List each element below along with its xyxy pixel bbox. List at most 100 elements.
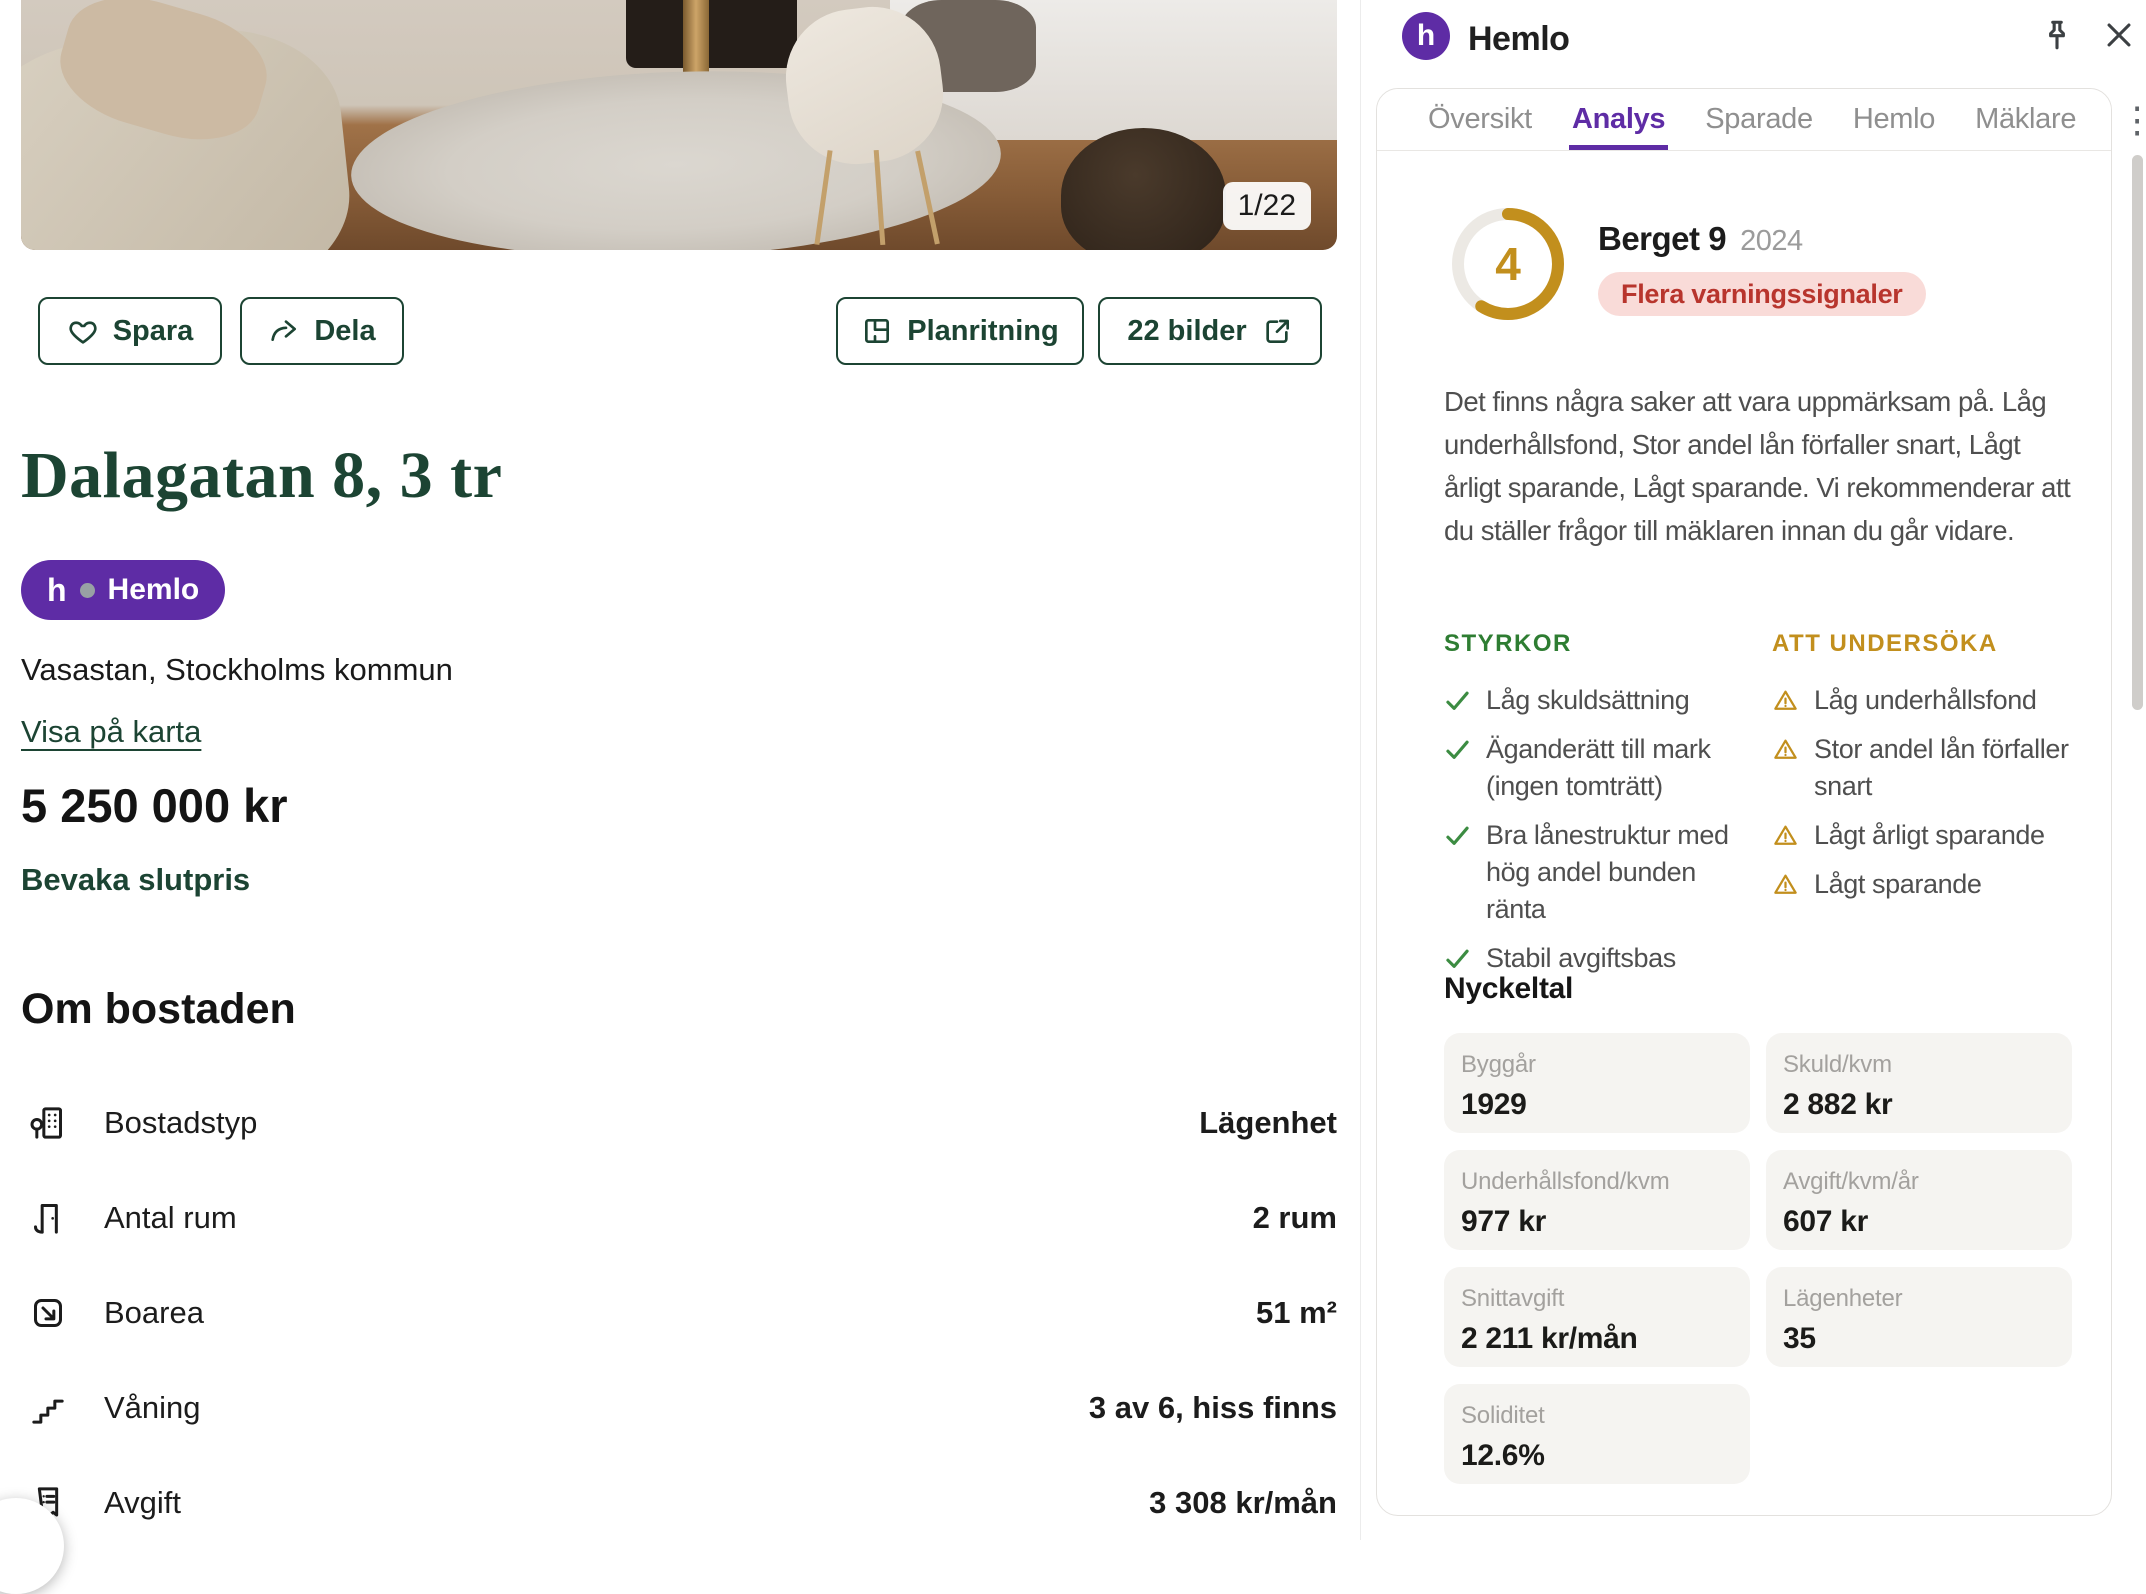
pin-button[interactable]: [2034, 12, 2080, 58]
strength-item: Bra lånestruktur med hög andel bunden rä…: [1444, 817, 1760, 928]
share-button[interactable]: Dela: [240, 297, 404, 365]
stairs-icon: [28, 1388, 68, 1428]
check-icon: [1444, 822, 1471, 849]
key-figures-grid: Byggår 1929 Skuld/kvm 2 882 kr Underhåll…: [1444, 1033, 2072, 1484]
photo-decor-fireplace: [626, 0, 797, 68]
about-row-value: 3 av 6, hiss finns: [1089, 1390, 1337, 1426]
about-row-vaning: Våning 3 av 6, hiss finns: [28, 1383, 1337, 1433]
location-text: Vasastan, Stockholms kommun: [21, 652, 453, 688]
page-title: Dalagatan 8, 3 tr: [21, 438, 502, 514]
save-button-label: Spara: [113, 315, 194, 348]
tab-maklare[interactable]: Mäklare: [1972, 89, 2079, 150]
warning-icon: [1772, 736, 1799, 763]
panel-scrollbar[interactable]: [2132, 155, 2143, 710]
strength-item-label: Äganderätt till mark (ingen tomträtt): [1486, 731, 1760, 805]
warning-badge: Flera varningssignaler: [1598, 272, 1926, 316]
tab-hemlo[interactable]: Hemlo: [1850, 89, 1938, 150]
hemlo-listing-badge[interactable]: h Hemlo: [21, 560, 225, 620]
score-gauge: 4: [1450, 206, 1566, 322]
investigate-item: Låg underhållsfond: [1772, 682, 2108, 719]
investigate-item-label: Lågt sparande: [1814, 866, 1981, 903]
score-value: 4: [1450, 206, 1566, 322]
floorplan-button[interactable]: Planritning: [836, 297, 1084, 365]
about-row-label: Våning: [104, 1390, 201, 1426]
save-button[interactable]: Spara: [38, 297, 222, 365]
about-row-avgift: Avgift 3 308 kr/mån: [28, 1478, 1337, 1528]
investigate-item: Lågt årligt sparande: [1772, 817, 2108, 854]
strengths-column: STYRKOR Låg skuldsättning Äganderätt til…: [1444, 630, 1760, 977]
key-figure-card: Skuld/kvm 2 882 kr: [1766, 1033, 2072, 1133]
key-figure-value: 977 kr: [1461, 1205, 1733, 1239]
tab-analys[interactable]: Analys: [1569, 89, 1668, 150]
about-row-value: 3 308 kr/mån: [1149, 1485, 1337, 1521]
tab-sparade[interactable]: Sparade: [1702, 89, 1816, 150]
strength-item-label: Låg skuldsättning: [1486, 682, 1689, 719]
area-icon: [28, 1293, 68, 1333]
key-figure-card: Lägenheter 35: [1766, 1267, 2072, 1367]
key-figures-heading: Nyckeltal: [1444, 972, 1573, 1006]
key-figure-label: Skuld/kvm: [1783, 1051, 2055, 1079]
pin-icon: [2040, 18, 2074, 52]
strength-item-label: Bra lånestruktur med hög andel bunden rä…: [1486, 817, 1760, 928]
warning-icon: [1772, 687, 1799, 714]
investigate-item: Lågt sparande: [1772, 866, 2108, 903]
strength-item: Äganderätt till mark (ingen tomträtt): [1444, 731, 1760, 805]
key-figure-card: Byggår 1929: [1444, 1033, 1750, 1133]
status-dot-icon: [80, 583, 95, 598]
key-figure-value: 2 211 kr/mån: [1461, 1322, 1733, 1356]
key-figure-label: Byggår: [1461, 1051, 1733, 1079]
hemlo-logo-icon: h: [1402, 12, 1450, 60]
about-row-label: Antal rum: [104, 1200, 237, 1236]
panel-title: Hemlo: [1468, 20, 1569, 59]
key-figure-value: 35: [1783, 1322, 2055, 1356]
tab-oversikt[interactable]: Översikt: [1425, 89, 1535, 150]
analysis-summary: Det finns några saker att vara uppmärksa…: [1444, 380, 2084, 552]
all-images-button-label: 22 bilder: [1127, 315, 1246, 348]
about-row-antal-rum: Antal rum 2 rum: [28, 1193, 1337, 1243]
about-row-label: Bostadstyp: [104, 1105, 257, 1141]
key-figure-value: 607 kr: [1783, 1205, 2055, 1239]
property-photo[interactable]: 1/22: [21, 0, 1337, 250]
key-figure-label: Lägenheter: [1783, 1285, 2055, 1313]
more-menu-icon[interactable]: ⋮: [2113, 102, 2146, 138]
investigate-item-label: Låg underhållsfond: [1814, 682, 2037, 719]
check-icon: [1444, 945, 1471, 972]
key-figure-value: 12.6%: [1461, 1439, 1733, 1473]
building-icon: [28, 1103, 68, 1143]
key-figure-value: 1929: [1461, 1088, 1733, 1122]
association-year: 2024: [1740, 225, 1803, 258]
about-row-label: Avgift: [104, 1485, 181, 1521]
hemlo-logo-icon: h: [47, 574, 67, 606]
investigate-item-label: Stor andel lån förfaller snart: [1814, 731, 2108, 805]
photo-decor-stool: [1061, 128, 1226, 250]
hemlo-logo-glyph: h: [1417, 19, 1435, 53]
share-button-label: Dela: [314, 315, 375, 348]
about-row-boarea: Boarea 51 m²: [28, 1288, 1337, 1338]
key-figure-card: Avgift/kvm/år 607 kr: [1766, 1150, 2072, 1250]
price: 5 250 000 kr: [21, 778, 288, 833]
investigate-item-label: Lågt årligt sparande: [1814, 817, 2045, 854]
share-icon: [268, 315, 300, 347]
warning-icon: [1772, 822, 1799, 849]
floorplan-button-label: Planritning: [907, 315, 1058, 348]
about-heading: Om bostaden: [21, 985, 296, 1034]
strength-item: Låg skuldsättning: [1444, 682, 1760, 719]
about-row-label: Boarea: [104, 1295, 204, 1331]
show-on-map-link[interactable]: Visa på karta: [21, 714, 201, 750]
about-row-value: 2 rum: [1253, 1200, 1337, 1236]
all-images-button[interactable]: 22 bilder: [1098, 297, 1322, 365]
key-figure-card: Snittavgift 2 211 kr/mån: [1444, 1267, 1750, 1367]
key-figure-label: Soliditet: [1461, 1402, 1733, 1430]
check-icon: [1444, 687, 1471, 714]
floorplan-icon: [861, 315, 893, 347]
external-link-icon: [1261, 315, 1293, 347]
investigate-column: ATT UNDERSÖKA Låg underhållsfond Stor an…: [1772, 630, 2108, 903]
watch-final-price-link[interactable]: Bevaka slutpris: [21, 862, 250, 898]
hemlo-badge-label: Hemlo: [108, 573, 200, 607]
key-figure-card: Soliditet 12.6%: [1444, 1384, 1750, 1484]
panel-tabs: Översikt Analys Sparade Hemlo Mäklare ⋮: [1377, 89, 2111, 151]
close-button[interactable]: [2096, 12, 2142, 58]
photo-counter: 1/22: [1223, 182, 1311, 230]
door-icon: [28, 1198, 68, 1238]
key-figure-value: 2 882 kr: [1783, 1088, 2055, 1122]
